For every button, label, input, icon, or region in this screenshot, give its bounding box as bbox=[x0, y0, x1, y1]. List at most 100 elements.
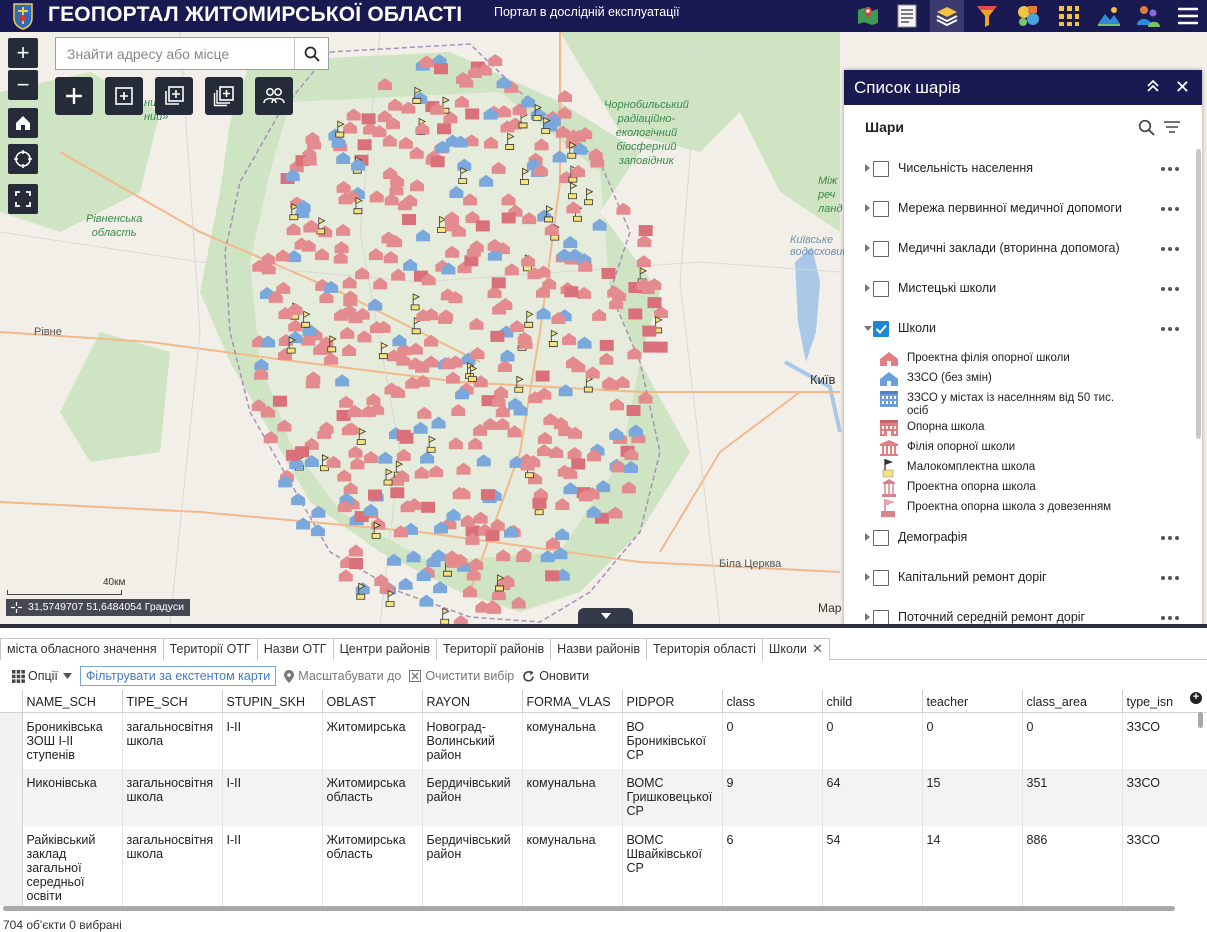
school-marker[interactable] bbox=[291, 493, 306, 506]
analysis-icon[interactable] bbox=[1011, 0, 1045, 32]
column-header[interactable]: OBLAST bbox=[322, 690, 423, 713]
layer-row[interactable]: Медичні заклади (вторинна допомога) bbox=[844, 229, 1202, 269]
school-marker[interactable] bbox=[310, 524, 325, 537]
layer-row[interactable]: Чисельність населення bbox=[844, 149, 1202, 189]
school-marker[interactable] bbox=[491, 277, 506, 289]
more-options-icon[interactable] bbox=[1161, 287, 1179, 291]
expand-caret-icon[interactable] bbox=[865, 284, 870, 292]
school-marker[interactable] bbox=[465, 108, 480, 120]
more-options-icon[interactable] bbox=[1161, 247, 1179, 251]
close-panel-button[interactable]: ✕ bbox=[1175, 78, 1190, 96]
school-marker[interactable] bbox=[571, 458, 586, 470]
sort-layers-icon[interactable] bbox=[1163, 119, 1181, 135]
school-marker[interactable] bbox=[653, 341, 668, 353]
locate-button[interactable] bbox=[8, 144, 38, 174]
collapse-panel-icon[interactable] bbox=[1146, 79, 1160, 93]
fullscreen-button[interactable] bbox=[8, 184, 38, 214]
table-collapse-button[interactable] bbox=[578, 608, 633, 624]
expand-caret-icon[interactable] bbox=[865, 573, 870, 581]
layer-row[interactable]: Капітальний ремонт доріг bbox=[844, 558, 1202, 598]
row-select-cell[interactable] bbox=[0, 826, 23, 906]
layer-row[interactable]: Мистецькі школи bbox=[844, 269, 1202, 309]
filter-icon[interactable] bbox=[970, 0, 1004, 32]
add-multiple-button[interactable] bbox=[155, 77, 193, 115]
expand-caret-icon[interactable] bbox=[865, 533, 870, 541]
layer-panel-scrollbar[interactable] bbox=[1196, 149, 1201, 439]
zoom-out-button[interactable]: − bbox=[8, 70, 38, 100]
layer-checkbox[interactable] bbox=[873, 281, 889, 297]
zoom-in-button[interactable]: + bbox=[8, 38, 38, 68]
school-marker[interactable] bbox=[440, 607, 450, 624]
school-marker[interactable] bbox=[453, 615, 468, 624]
layer-checkbox[interactable] bbox=[873, 161, 889, 177]
menu-icon[interactable] bbox=[1171, 0, 1205, 32]
school-marker[interactable] bbox=[475, 220, 490, 232]
table-tab[interactable]: Територія області bbox=[646, 638, 763, 660]
more-options-icon[interactable] bbox=[1161, 616, 1179, 620]
school-marker[interactable] bbox=[349, 557, 364, 569]
layer-checkbox[interactable] bbox=[873, 241, 889, 257]
column-header[interactable]: class_area bbox=[1022, 690, 1123, 713]
table-tab[interactable]: Території районів bbox=[435, 638, 552, 660]
table-row[interactable]: Никонівська загальносвітня школа І-ІІ Житом… bbox=[0, 769, 1207, 826]
school-marker[interactable] bbox=[545, 570, 560, 582]
layer-row[interactable]: Поточний середній ремонт доріг bbox=[844, 598, 1202, 624]
school-marker[interactable] bbox=[338, 569, 353, 582]
options-menu[interactable]: Опції bbox=[12, 669, 72, 683]
school-marker[interactable] bbox=[628, 308, 643, 320]
layer-checkbox[interactable] bbox=[873, 201, 889, 217]
school-marker[interactable] bbox=[535, 370, 550, 382]
search-layers-icon[interactable] bbox=[1138, 119, 1155, 136]
school-marker[interactable] bbox=[434, 63, 449, 75]
more-options-icon[interactable] bbox=[1161, 207, 1179, 211]
school-marker[interactable] bbox=[357, 139, 372, 151]
layer-row[interactable]: Мережа первинної медичної допомоги bbox=[844, 189, 1202, 229]
table-vertical-scrollbar[interactable] bbox=[1198, 712, 1203, 728]
close-tab-icon[interactable]: ✕ bbox=[812, 641, 823, 657]
map-view[interactable]: Чорнобильський радіаційно- екологічний б… bbox=[0, 32, 1207, 624]
more-options-icon[interactable] bbox=[1161, 327, 1179, 331]
add-column-button[interactable]: + bbox=[1190, 692, 1202, 704]
select-column-header[interactable] bbox=[0, 690, 23, 713]
expand-caret-icon[interactable] bbox=[865, 244, 870, 252]
row-select-cell[interactable] bbox=[0, 769, 23, 826]
school-marker[interactable] bbox=[564, 286, 579, 298]
more-options-icon[interactable] bbox=[1161, 167, 1179, 171]
school-marker[interactable] bbox=[642, 325, 657, 337]
zoom-to-button[interactable]: Масштабувати до bbox=[284, 669, 401, 683]
layer-checkbox[interactable] bbox=[873, 530, 889, 546]
table-tab[interactable]: Назви районів bbox=[550, 638, 647, 660]
table-tab[interactable]: Центри районів bbox=[332, 638, 437, 660]
school-marker[interactable] bbox=[355, 582, 370, 595]
school-marker[interactable] bbox=[437, 123, 452, 135]
layer-checkbox[interactable] bbox=[873, 610, 889, 624]
column-header[interactable]: PIDPOR bbox=[622, 690, 723, 713]
expand-caret-icon[interactable] bbox=[865, 204, 870, 212]
school-marker[interactable] bbox=[637, 234, 652, 247]
school-marker[interactable] bbox=[464, 255, 479, 267]
layer-row[interactable]: Демографія bbox=[844, 518, 1202, 558]
school-marker[interactable] bbox=[647, 297, 662, 309]
expand-caret-icon[interactable] bbox=[865, 164, 870, 172]
column-header[interactable]: class bbox=[722, 690, 823, 713]
school-marker[interactable] bbox=[599, 339, 614, 351]
column-header[interactable]: FORMA_VLAS bbox=[522, 690, 623, 713]
school-marker[interactable] bbox=[488, 53, 503, 66]
school-marker[interactable] bbox=[390, 487, 405, 499]
more-options-icon[interactable] bbox=[1161, 536, 1179, 540]
layer-checkbox[interactable] bbox=[873, 570, 889, 586]
school-marker[interactable] bbox=[401, 214, 416, 226]
table-tab[interactable]: Назви ОТГ bbox=[256, 638, 334, 660]
school-marker[interactable] bbox=[272, 395, 287, 407]
school-marker[interactable] bbox=[626, 404, 641, 416]
expand-caret-icon[interactable] bbox=[864, 326, 872, 331]
layer-row[interactable]: Школи bbox=[844, 309, 1202, 349]
group-button[interactable] bbox=[255, 77, 293, 115]
search-button[interactable] bbox=[294, 38, 328, 69]
table-tab[interactable]: міста обласного значення bbox=[0, 638, 164, 660]
school-marker[interactable] bbox=[601, 267, 616, 279]
table-tab[interactable]: Території ОТГ bbox=[162, 638, 258, 660]
add-box-button[interactable] bbox=[105, 77, 143, 115]
refresh-button[interactable]: Оновити bbox=[522, 669, 589, 683]
column-header[interactable]: STUPIN_SKH bbox=[222, 690, 323, 713]
